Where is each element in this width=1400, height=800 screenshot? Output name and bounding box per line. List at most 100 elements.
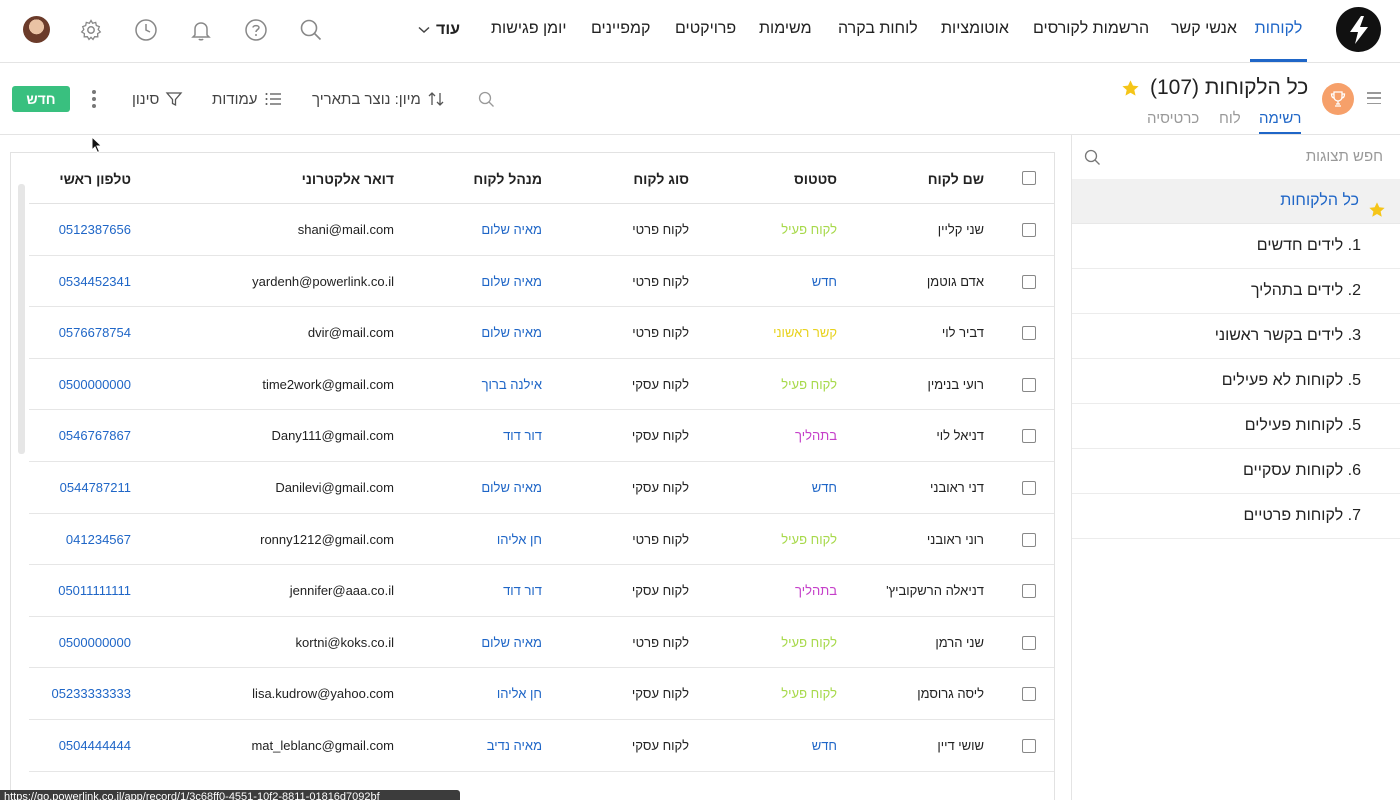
nav-tab-dashboards[interactable]: לוחות בקרה bbox=[838, 0, 918, 62]
table-row[interactable]: דני ראובני חדש לקוח עסקי מאיה שלום Danilevi@… bbox=[29, 462, 1054, 514]
cell-customer-name[interactable]: רועי בנימין bbox=[927, 377, 984, 392]
view-tab-cards[interactable]: כרטיסיה bbox=[1147, 110, 1199, 134]
nav-tab-course-registrations[interactable]: הרשמות לקורסים bbox=[1033, 0, 1149, 62]
history-clock-icon[interactable] bbox=[133, 17, 159, 43]
cell-customer-name[interactable]: דניאלה הרשקוביץ' bbox=[886, 583, 984, 598]
cell-phone-link[interactable]: 0534452341 bbox=[59, 274, 131, 289]
table-row[interactable]: דניאלה הרשקוביץ' בתהליך לקוח עסקי דור דוד je… bbox=[29, 565, 1054, 617]
cell-email[interactable]: ronny1212@gmail.com bbox=[260, 532, 394, 547]
cell-account-manager-link[interactable]: דור דוד bbox=[503, 583, 542, 598]
row-select-checkbox[interactable] bbox=[1022, 274, 1036, 289]
nav-tab-customers[interactable]: לקוחות bbox=[1250, 0, 1307, 62]
cell-phone-link[interactable]: 0512387656 bbox=[59, 222, 131, 237]
cell-email[interactable]: Dany111@gmail.com bbox=[271, 428, 394, 443]
select-all-checkbox[interactable] bbox=[1022, 171, 1036, 185]
sidebar-view-private-customers[interactable]: 7. לקוחות פרטיים bbox=[1072, 494, 1400, 539]
columns-button[interactable]: עמודות bbox=[212, 87, 282, 111]
view-tab-board[interactable]: לוח bbox=[1219, 110, 1241, 134]
column-header-name[interactable]: שם לקוח bbox=[928, 171, 984, 187]
sidebar-view-new-leads[interactable]: 1. לידים חדשים bbox=[1072, 224, 1400, 269]
cell-phone-link[interactable]: 05011111111 bbox=[58, 583, 131, 598]
cell-customer-name[interactable]: שושי דיין bbox=[937, 738, 984, 753]
search-icon[interactable] bbox=[298, 17, 324, 43]
row-select-checkbox[interactable] bbox=[1022, 532, 1036, 547]
table-row[interactable]: אדם גוטמן חדש לקוח פרטי מאיה שלום yardenh@po… bbox=[29, 256, 1054, 308]
sidebar-view-leads-in-progress[interactable]: 2. לידים בתהליך bbox=[1072, 269, 1400, 314]
cell-phone-link[interactable]: 0576678754 bbox=[59, 325, 131, 340]
cell-customer-name[interactable]: דביר לוי bbox=[942, 325, 984, 340]
sidebar-view-business-customers[interactable]: 6. לקוחות עסקיים bbox=[1072, 449, 1400, 494]
sidebar-view-inactive-customers[interactable]: 5. לקוחות לא פעילים bbox=[1072, 359, 1400, 404]
help-icon[interactable] bbox=[243, 17, 269, 43]
table-row[interactable]: דניאל לוי בתהליך לקוח עסקי דור דוד Dany111@g… bbox=[29, 410, 1054, 462]
cell-phone-link[interactable]: 0504444444 bbox=[59, 738, 131, 753]
cell-email[interactable]: jennifer@aaa.co.il bbox=[290, 583, 394, 598]
sidebar-view-all-customers[interactable]: כל הלקוחות bbox=[1072, 179, 1400, 224]
cell-account-manager-link[interactable]: אילנה ברוך bbox=[482, 377, 542, 392]
column-header-manager[interactable]: מנהל לקוח bbox=[473, 171, 542, 187]
cell-phone-link[interactable]: 0544787211 bbox=[60, 480, 131, 495]
cell-customer-name[interactable]: ליסה גרוסמן bbox=[917, 686, 984, 701]
row-select-checkbox[interactable] bbox=[1022, 687, 1036, 702]
cell-customer-name[interactable]: אדם גוטמן bbox=[927, 274, 984, 289]
cell-account-manager-link[interactable]: מאיה שלום bbox=[481, 222, 542, 237]
cell-email[interactable]: time2work@gmail.com bbox=[262, 377, 394, 392]
more-options-kebab-icon[interactable] bbox=[88, 88, 100, 110]
table-row[interactable]: שני הרמן לקוח פעיל לקוח פרטי מאיה שלום kortn… bbox=[29, 617, 1054, 669]
cell-account-manager-link[interactable]: חן אליהו bbox=[497, 532, 542, 547]
new-record-button[interactable]: חדש bbox=[12, 86, 70, 112]
table-row[interactable]: שני קליין לקוח פעיל לקוח פרטי מאיה שלום shan… bbox=[29, 204, 1054, 256]
column-header-phone[interactable]: טלפון ראשי bbox=[59, 171, 131, 187]
table-row[interactable]: שושי דיין חדש לקוח עסקי מאיה נדיב mat_leblan… bbox=[29, 720, 1054, 772]
column-header-status[interactable]: סטטוס bbox=[794, 171, 837, 187]
toggle-sidebar-menu-icon[interactable] bbox=[1367, 92, 1381, 104]
table-row[interactable]: רוני ראובני לקוח פעיל לקוח פרטי חן אליהו ron… bbox=[29, 514, 1054, 566]
cell-phone-link[interactable]: 041234567 bbox=[66, 532, 131, 547]
cell-email[interactable]: lisa.kudrow@yahoo.com bbox=[252, 686, 394, 701]
table-row[interactable]: ליסה גרוסמן לקוח פעיל לקוח עסקי חן אליהו lis… bbox=[29, 668, 1054, 720]
cell-account-manager-link[interactable]: חן אליהו bbox=[497, 686, 542, 701]
cell-customer-name[interactable]: רוני ראובני bbox=[927, 532, 984, 547]
table-search-icon[interactable] bbox=[478, 87, 495, 111]
cell-phone-link[interactable]: 05233333333 bbox=[51, 686, 131, 701]
nav-tab-campaigns[interactable]: קמפיינים bbox=[591, 0, 650, 62]
table-row[interactable]: רועי בנימין לקוח פעיל לקוח עסקי אילנה ברוך t… bbox=[29, 359, 1054, 411]
cell-customer-name[interactable]: שני קליין bbox=[938, 222, 984, 237]
cell-email[interactable]: yardenh@powerlink.co.il bbox=[252, 274, 394, 289]
nav-more-dropdown[interactable]: עוד bbox=[418, 0, 460, 62]
row-select-checkbox[interactable] bbox=[1022, 481, 1036, 495]
nav-tab-contacts[interactable]: אנשי קשר bbox=[1171, 0, 1237, 62]
cell-phone-link[interactable]: 0546767867 bbox=[59, 428, 131, 443]
row-select-checkbox[interactable] bbox=[1022, 429, 1036, 444]
cell-account-manager-link[interactable]: מאיה שלום bbox=[481, 325, 542, 340]
cell-account-manager-link[interactable]: דור דוד bbox=[503, 428, 542, 443]
nav-tab-tasks[interactable]: משימות bbox=[759, 0, 812, 62]
row-select-checkbox[interactable] bbox=[1022, 635, 1036, 650]
cell-email[interactable]: kortni@koks.co.il bbox=[296, 635, 394, 650]
cell-account-manager-link[interactable]: מאיה שלום bbox=[481, 274, 542, 289]
nav-tab-automations[interactable]: אוטומציות bbox=[941, 0, 1009, 62]
row-select-checkbox[interactable] bbox=[1022, 223, 1036, 237]
cell-account-manager-link[interactable]: מאיה שלום bbox=[481, 480, 542, 495]
column-header-email[interactable]: דואר אלקטרוני bbox=[302, 171, 394, 187]
favorite-star-icon[interactable] bbox=[1121, 79, 1140, 103]
cell-account-manager-link[interactable]: מאיה שלום bbox=[481, 635, 542, 650]
sidebar-view-active-customers[interactable]: 5. לקוחות פעילים bbox=[1072, 404, 1400, 449]
views-search-box[interactable]: חפש תצוגות bbox=[1072, 135, 1400, 179]
cell-email[interactable]: Danilevi@gmail.com bbox=[275, 480, 394, 495]
sort-button[interactable]: מיון: נוצר בתאריך bbox=[312, 87, 445, 111]
view-tab-list[interactable]: רשימה bbox=[1259, 110, 1302, 134]
row-select-checkbox[interactable] bbox=[1022, 326, 1036, 341]
nav-tab-projects[interactable]: פרויקטים bbox=[675, 0, 736, 62]
app-logo[interactable] bbox=[1336, 7, 1381, 52]
cell-email[interactable]: dvir@mail.com bbox=[308, 325, 394, 340]
cell-email[interactable]: mat_leblanc@gmail.com bbox=[251, 738, 394, 753]
user-avatar[interactable] bbox=[23, 16, 50, 43]
cell-customer-name[interactable]: דני ראובני bbox=[930, 480, 984, 495]
cell-account-manager-link[interactable]: מאיה נדיב bbox=[487, 738, 542, 753]
row-select-checkbox[interactable] bbox=[1022, 377, 1036, 392]
cell-customer-name[interactable]: שני הרמן bbox=[935, 635, 984, 650]
cell-customer-name[interactable]: דניאל לוי bbox=[936, 428, 984, 443]
row-select-checkbox[interactable] bbox=[1022, 584, 1036, 599]
filter-button[interactable]: סינון bbox=[132, 87, 183, 111]
